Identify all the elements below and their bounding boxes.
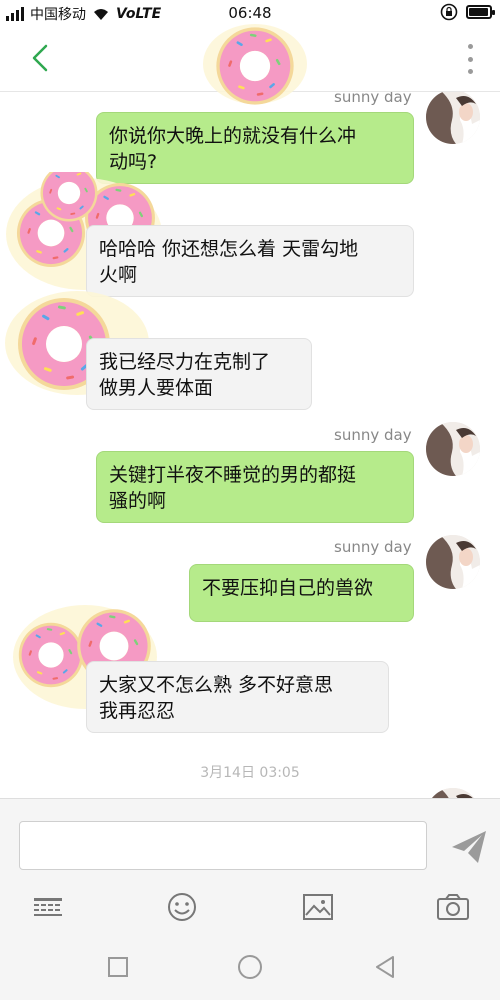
sender-name: sunny day bbox=[334, 538, 412, 556]
keyboard-button[interactable] bbox=[28, 889, 68, 925]
avatar[interactable] bbox=[426, 422, 480, 476]
back-button[interactable] bbox=[24, 42, 56, 74]
avatar[interactable] bbox=[426, 535, 480, 589]
chat-header bbox=[0, 24, 500, 105]
sender-name: sunny day bbox=[334, 426, 412, 444]
more-vertical-icon bbox=[467, 44, 473, 49]
image-icon bbox=[303, 894, 333, 920]
message-bubble-sent[interactable]: 不要压抑自己的兽欲 bbox=[189, 564, 414, 622]
message-bubble-received[interactable]: 我已经尽力在克制了 做男人要体面 bbox=[86, 338, 312, 410]
send-icon bbox=[452, 831, 486, 863]
rotation-lock-icon bbox=[440, 3, 458, 21]
emoji-icon bbox=[168, 893, 196, 921]
back-nav-button[interactable] bbox=[370, 952, 400, 982]
input-area bbox=[0, 798, 500, 932]
camera-button[interactable] bbox=[433, 889, 473, 925]
send-button[interactable] bbox=[448, 827, 490, 867]
home-icon bbox=[238, 955, 262, 979]
image-button[interactable] bbox=[298, 889, 338, 925]
chat-messages[interactable]: sunny day 你说你大晚上的就没有什么冲 动吗? 哈哈哈 你还想怎么着 天… bbox=[0, 92, 500, 798]
home-button[interactable] bbox=[235, 952, 265, 982]
recent-apps-button[interactable] bbox=[103, 952, 133, 982]
back-icon bbox=[376, 956, 394, 978]
avatar[interactable] bbox=[426, 92, 480, 144]
camera-icon bbox=[437, 894, 469, 920]
avatar[interactable] bbox=[426, 788, 480, 798]
message-timestamp: 3月14日 03:05 bbox=[200, 765, 300, 781]
battery-icon bbox=[466, 5, 495, 19]
chevron-left-icon bbox=[32, 44, 48, 72]
emoji-button[interactable] bbox=[162, 889, 202, 925]
more-options-button[interactable] bbox=[460, 44, 480, 74]
keyboard-icon bbox=[34, 898, 62, 916]
message-bubble-received[interactable]: 大家又不怎么熟 多不好意思 我再忍忍 bbox=[86, 661, 389, 733]
sender-name: sunny day bbox=[334, 92, 412, 106]
recent-apps-icon bbox=[108, 957, 128, 977]
message-bubble-received[interactable]: 哈哈哈 你还想怎么着 天雷勾地 火啊 bbox=[86, 225, 414, 297]
message-input[interactable] bbox=[19, 821, 427, 870]
message-bubble-sent[interactable]: 关键打半夜不睡觉的男的都挺 骚的啊 bbox=[96, 451, 414, 523]
input-toolbar bbox=[0, 887, 500, 931]
status-right bbox=[440, 3, 495, 21]
system-nav-bar bbox=[0, 932, 500, 1000]
